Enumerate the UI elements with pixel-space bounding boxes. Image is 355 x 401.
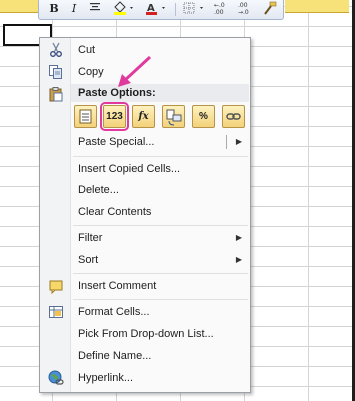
font-color-icon[interactable]: A [143,1,169,17]
paste-option-values[interactable]: 123 [100,102,129,131]
svg-text:.00: .00 [238,2,248,9]
paste-option-paste[interactable] [74,105,97,128]
formatting-icon: % [199,111,208,122]
borders-icon[interactable] [181,1,207,17]
menu-item-label: Delete... [78,184,119,196]
svg-text:←.0: ←.0 [214,2,225,9]
menu-separator [73,299,248,300]
italic-button[interactable]: I [67,1,81,17]
format-painter-icon[interactable] [261,1,279,17]
bold-button[interactable]: B [47,1,61,17]
menu-item-label: Insert Copied Cells... [78,163,181,175]
comment-icon [48,278,64,295]
paste-option-link[interactable] [222,105,245,128]
menu-item-sort[interactable]: Sort ▶ [40,249,250,271]
annotation-arrow [118,55,152,87]
menu-item-delete[interactable]: Delete... [40,179,250,201]
paste-option-formulas[interactable]: fx [132,105,155,128]
formulas-icon: fx [138,111,149,122]
paste-option-formatting[interactable]: % [192,105,215,128]
menu-item-label: Pick From Drop-down List... [78,328,214,340]
menu-item-format-cells[interactable]: Format Cells... [40,301,250,323]
fill-color-icon[interactable] [111,1,137,17]
menu-item-hyperlink[interactable]: Hyperlink... [40,367,250,389]
split-divider [226,135,227,149]
cell-top-right[interactable] [285,0,349,13]
format-cells-icon [48,304,64,320]
menu-separator [73,156,248,157]
menu-item-define-name[interactable]: Define Name... [40,345,250,367]
menu-item-insert-copied-cells[interactable]: Insert Copied Cells... [40,158,250,180]
menu-item-pick-from-dropdown[interactable]: Pick From Drop-down List... [40,323,250,345]
menu-item-label: Insert Comment [78,280,157,292]
menu-item-insert-comment[interactable]: Insert Comment [40,275,250,297]
menu-item-filter[interactable]: Filter ▶ [40,227,250,249]
menu-separator [73,225,248,226]
menu-item-label: Hyperlink... [78,372,134,384]
chevron-right-icon: ▶ [235,233,242,242]
menu-item-label: Paste Special... [78,136,155,148]
menu-item-label: Cut [78,44,96,56]
copy-icon [48,64,64,80]
paste-option-transpose[interactable] [162,105,185,128]
chevron-right-icon[interactable]: ▶ [236,131,242,153]
menu-item-clear-contents[interactable]: Clear Contents [40,201,250,223]
scissors-icon [48,42,64,58]
increase-decimal-icon[interactable]: ←.0.00 [213,1,233,17]
mini-toolbar: B I A ←.0.00 .00 →.0 [38,0,284,20]
paste-options-header: Paste Options: [71,84,249,102]
globe-link-icon [48,370,64,386]
chevron-right-icon: ▶ [235,255,242,264]
menu-item-label: Filter [78,232,103,244]
clipboard-icon [48,86,64,102]
svg-text:→.0: →.0 [238,9,249,15]
menu-item-label: Sort [78,254,99,266]
values-icon: 123 [106,111,123,122]
decrease-decimal-icon[interactable]: .00 →.0 [237,1,257,17]
menu-item-label: Format Cells... [78,306,150,318]
menu-item-label: Define Name... [78,350,152,362]
menu-item-paste-special[interactable]: Paste Special... ▶ [40,131,250,153]
menu-separator [73,273,248,274]
align-center-icon[interactable] [87,1,103,17]
menu-item-label: Clear Contents [78,206,152,218]
svg-text:.00: .00 [214,9,224,15]
